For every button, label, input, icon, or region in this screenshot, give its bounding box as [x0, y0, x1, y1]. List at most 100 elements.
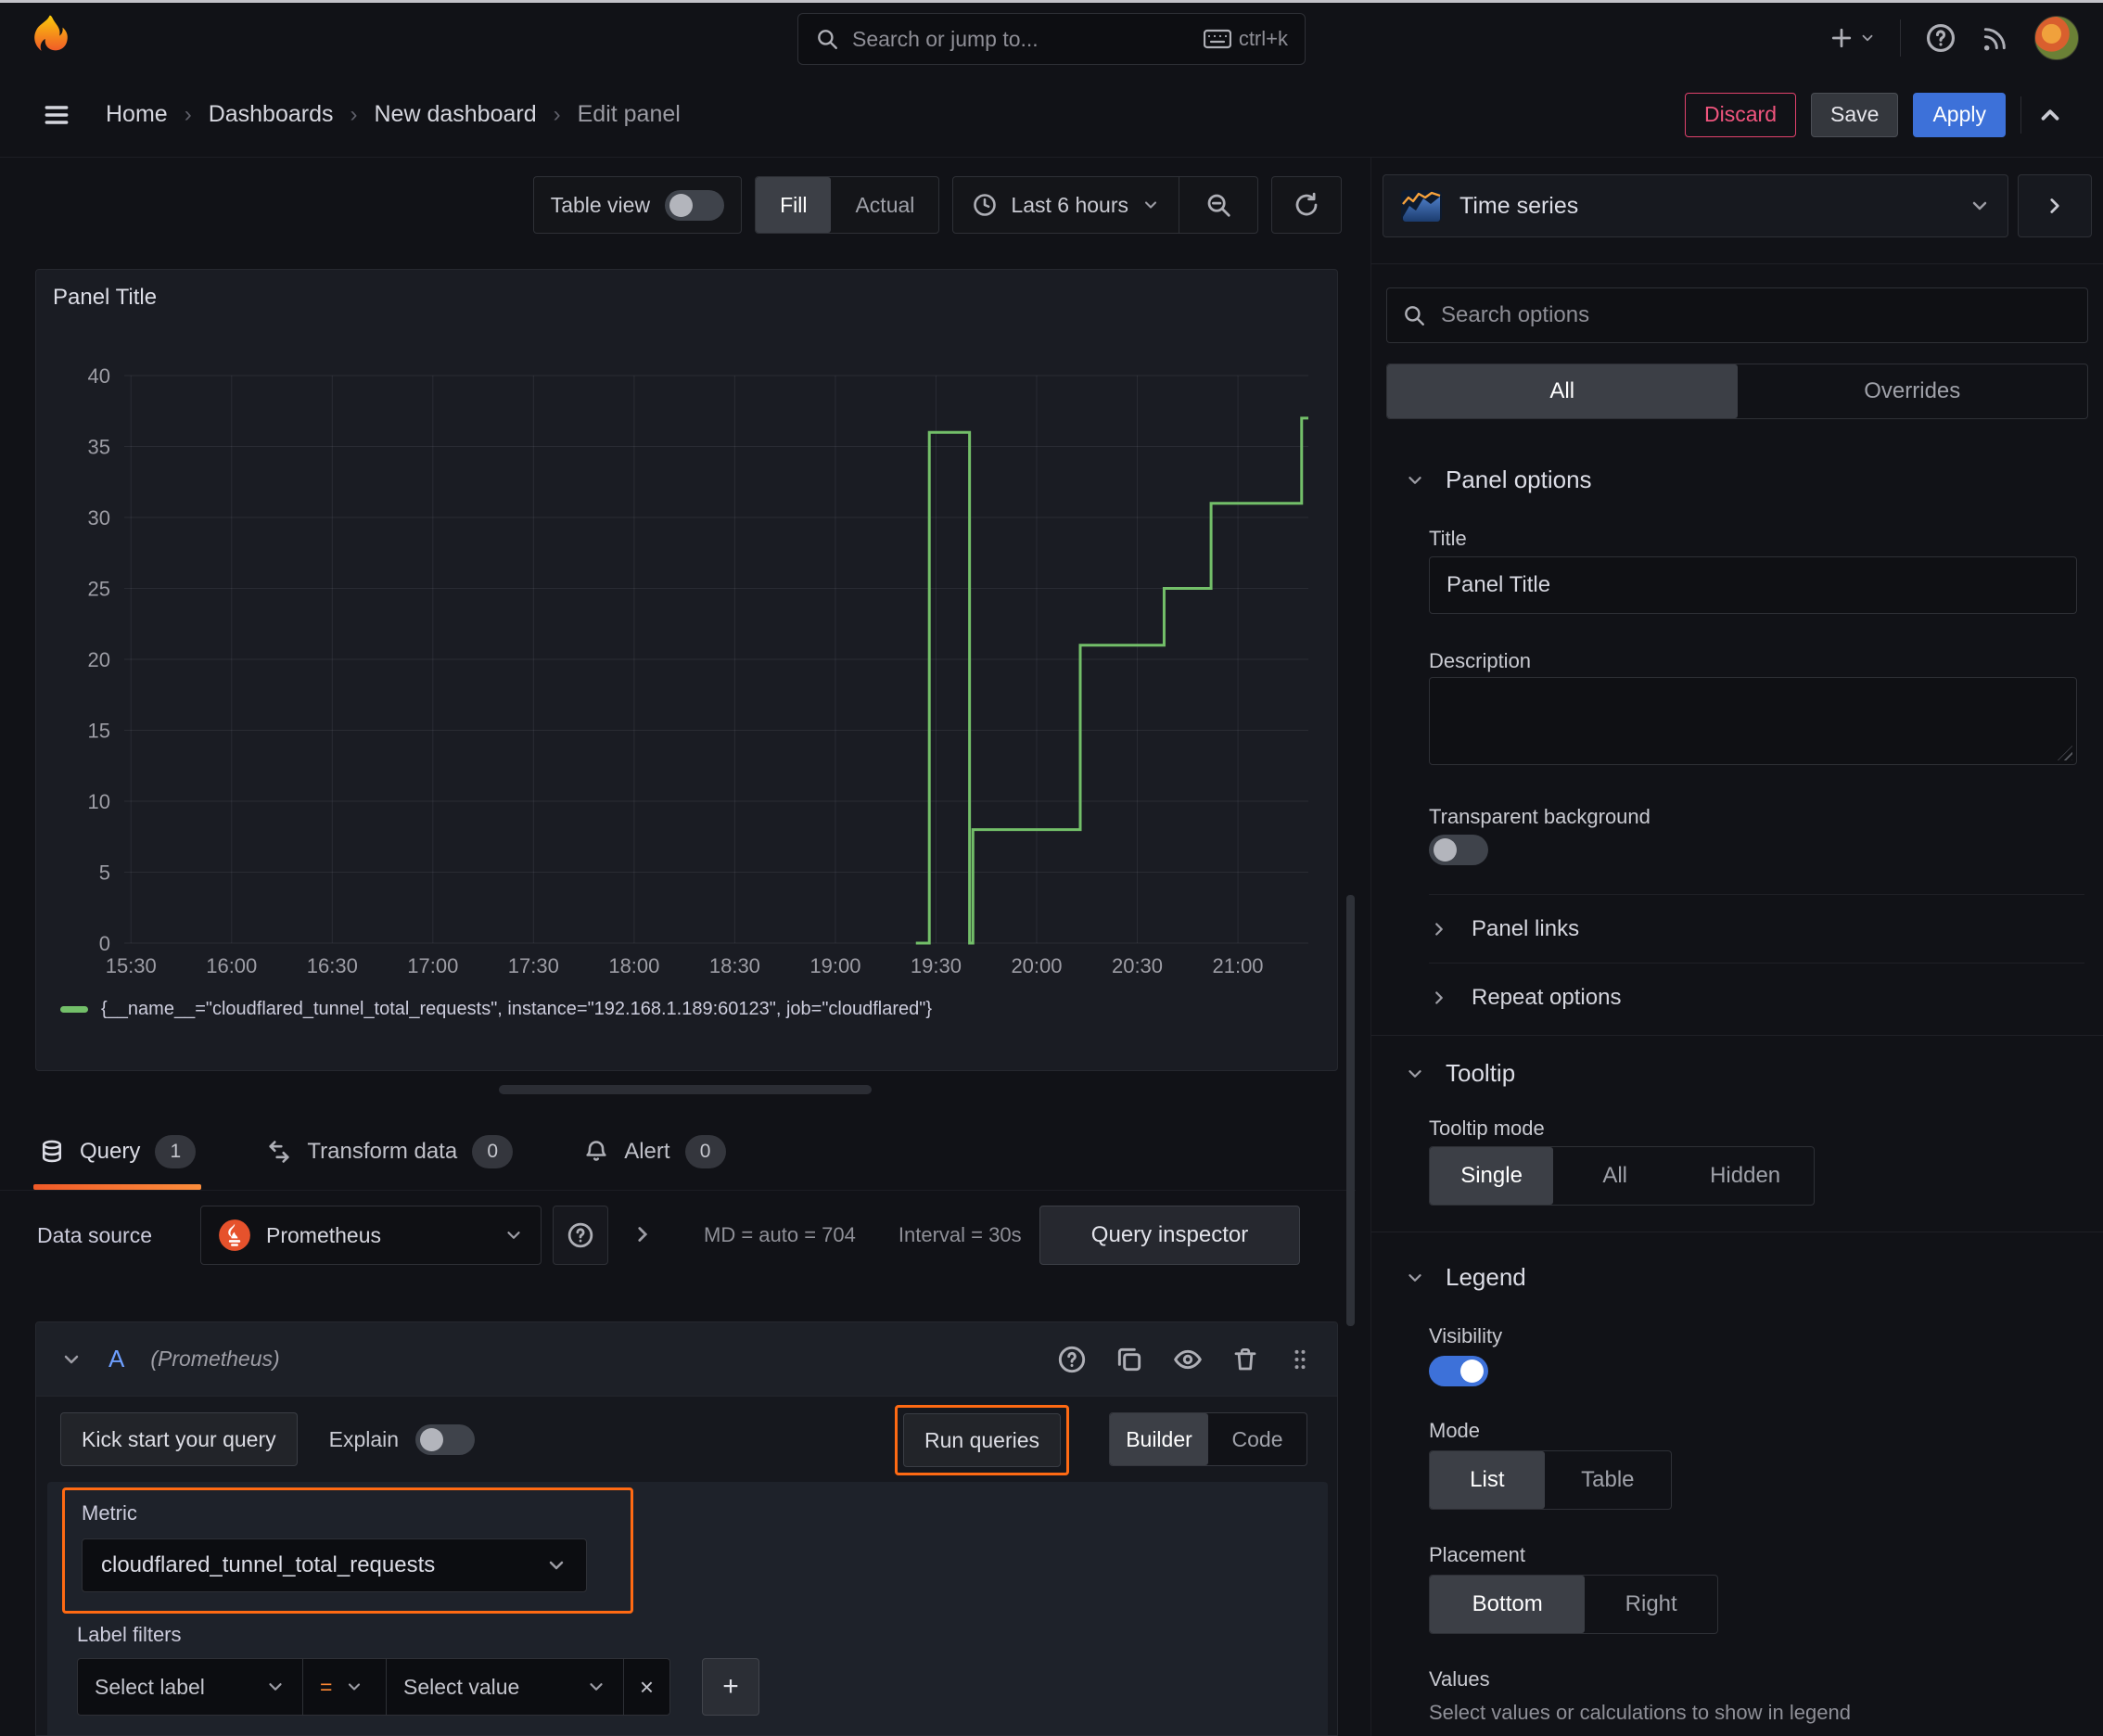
kick-start-button[interactable]: Kick start your query	[60, 1412, 298, 1466]
panel-links-label: Panel links	[1472, 916, 1580, 941]
svg-text:40: 40	[88, 364, 110, 388]
tooltip-all-option[interactable]: All	[1553, 1147, 1676, 1205]
tab-label: Alert	[624, 1138, 670, 1164]
query-inspector-button[interactable]: Query inspector	[1039, 1206, 1300, 1265]
news-button[interactable]	[1981, 23, 2010, 53]
grafana-logo[interactable]	[24, 12, 72, 64]
discard-button[interactable]: Discard	[1685, 92, 1797, 137]
chevron-down-icon	[590, 1683, 603, 1691]
chevron-down-icon	[1862, 34, 1873, 41]
tab-alert[interactable]: Alert 0	[578, 1113, 731, 1190]
transparent-background-toggle[interactable]	[1429, 835, 1488, 865]
legend-mode-label: Mode	[1429, 1419, 1481, 1442]
table-view-toggle[interactable]	[665, 189, 725, 221]
query-help-icon[interactable]	[1057, 1345, 1087, 1374]
query-datasource-hint: (Prometheus)	[150, 1347, 280, 1371]
tooltip-hidden-option[interactable]: Hidden	[1676, 1147, 1814, 1205]
drag-query-handle[interactable]	[1287, 1345, 1313, 1374]
query-row-header[interactable]: A (Prometheus)	[36, 1322, 1337, 1397]
panel-links-row[interactable]: Panel links	[1429, 896, 2084, 963]
repeat-options-row[interactable]: Repeat options	[1429, 964, 2084, 1031]
select-value-dropdown[interactable]: Select value	[387, 1658, 624, 1716]
chevron-down-icon	[1408, 1069, 1421, 1078]
remove-filter-button[interactable]: ×	[624, 1658, 670, 1716]
visualization-picker[interactable]: Time series	[1383, 174, 2008, 237]
fill-option[interactable]: Fill	[756, 177, 832, 233]
panel-title-input[interactable]	[1429, 556, 2077, 614]
datasource-picker[interactable]: Prometheus	[200, 1206, 542, 1265]
legend-series-swatch[interactable]	[60, 1006, 88, 1013]
transform-icon	[269, 1140, 289, 1163]
panel-title[interactable]: Panel Title	[53, 285, 157, 311]
delete-query-icon[interactable]	[1231, 1345, 1259, 1374]
legend-visibility-toggle[interactable]	[1429, 1356, 1488, 1386]
svg-text:19:00: 19:00	[809, 954, 860, 977]
scrollbar-thumb[interactable]	[1346, 895, 1355, 1326]
explain-toggle[interactable]	[415, 1423, 476, 1455]
keyboard-icon	[1203, 29, 1231, 49]
duplicate-query-icon[interactable]	[1115, 1345, 1144, 1374]
placement-bottom-option[interactable]: Bottom	[1430, 1576, 1586, 1633]
tooltip-single-option[interactable]: Single	[1430, 1147, 1554, 1205]
collapse-options-button[interactable]	[2036, 101, 2064, 129]
options-search-box[interactable]: Search options	[1386, 287, 2088, 343]
tab-transform-data[interactable]: Transform data 0	[261, 1113, 518, 1190]
global-search-box[interactable]: Search or jump to... ctrl+k	[797, 13, 1306, 65]
time-series-chart[interactable]: 0 5 10 15 20 25 30 35 40 15:30 16:00 16:30 17:00 17:3…	[45, 344, 1330, 993]
help-button[interactable]	[1925, 22, 1956, 54]
select-label-dropdown[interactable]: Select label	[77, 1658, 303, 1716]
collapse-pane-button[interactable]	[2018, 174, 2092, 237]
operator-dropdown[interactable]: =	[303, 1658, 387, 1716]
tab-query[interactable]: Query 1	[33, 1113, 202, 1190]
run-queries-button[interactable]: Run queries	[903, 1413, 1062, 1467]
toggle-knob	[1460, 1359, 1484, 1383]
resize-grip-icon[interactable]	[2058, 746, 2072, 760]
metric-select[interactable]: cloudflared_tunnel_total_requests	[82, 1538, 587, 1592]
breadcrumb-separator: ›	[553, 101, 561, 127]
panel-options-section-header[interactable]: Panel options	[1405, 466, 1592, 494]
datasource-help-button[interactable]	[553, 1206, 608, 1265]
refresh-button[interactable]	[1272, 177, 1341, 233]
apply-button[interactable]: Apply	[1913, 92, 2006, 137]
actual-option[interactable]: Actual	[831, 177, 938, 233]
breadcrumb-home[interactable]: Home	[106, 101, 168, 128]
search-shortcut-label: ctrl+k	[1238, 27, 1288, 50]
legend-section-header[interactable]: Legend	[1405, 1263, 1526, 1292]
pane-divider	[1371, 263, 2103, 264]
legend-list-option[interactable]: List	[1430, 1451, 1545, 1509]
hide-query-icon[interactable]	[1172, 1345, 1204, 1374]
svg-text:17:30: 17:30	[508, 954, 559, 977]
toggle-knob	[1434, 838, 1457, 862]
overrides-tab[interactable]: Overrides	[1738, 364, 2088, 418]
repeat-options-label: Repeat options	[1472, 985, 1622, 1010]
user-avatar[interactable]	[2034, 15, 2079, 60]
mega-menu-toggle[interactable]	[39, 100, 74, 130]
edit-actions: Discard Save Apply	[1685, 92, 2064, 137]
code-option[interactable]: Code	[1208, 1413, 1306, 1465]
svg-text:18:30: 18:30	[709, 954, 760, 977]
pane-resize-handle[interactable]	[499, 1085, 872, 1094]
expand-stats-chevron[interactable]	[631, 1222, 655, 1246]
metric-label: Metric	[82, 1501, 137, 1525]
builder-option[interactable]: Builder	[1110, 1413, 1208, 1465]
add-filter-button[interactable]: +	[702, 1658, 759, 1716]
all-options-tab[interactable]: All	[1387, 364, 1738, 418]
legend-table-option[interactable]: Table	[1545, 1451, 1671, 1509]
breadcrumb-dashboards[interactable]: Dashboards	[209, 101, 334, 128]
svg-text:5: 5	[99, 862, 110, 885]
zoom-out-button[interactable]	[1179, 177, 1257, 233]
placement-right-option[interactable]: Right	[1585, 1576, 1717, 1633]
breadcrumb-new-dashboard[interactable]: New dashboard	[375, 101, 537, 128]
query-ref-id[interactable]: A	[108, 1345, 124, 1373]
save-button[interactable]: Save	[1811, 92, 1899, 137]
description-textarea[interactable]	[1429, 677, 2077, 765]
time-range-picker[interactable]: Last 6 hours	[953, 177, 1179, 233]
fill-actual-switch: Fill Actual	[755, 176, 940, 234]
time-range-group: Last 6 hours	[952, 176, 1258, 234]
panel-edit-workarea: Table view Fill Actual Last 6 hours Pane…	[0, 158, 1356, 1736]
collapse-query-chevron[interactable]	[60, 1348, 83, 1371]
add-new-button[interactable]	[1828, 24, 1876, 52]
tab-badge: 0	[472, 1134, 514, 1168]
legend-series-label[interactable]: {__name__="cloudflared_tunnel_total_requ…	[101, 999, 932, 1020]
tooltip-section-header[interactable]: Tooltip	[1405, 1059, 1515, 1088]
